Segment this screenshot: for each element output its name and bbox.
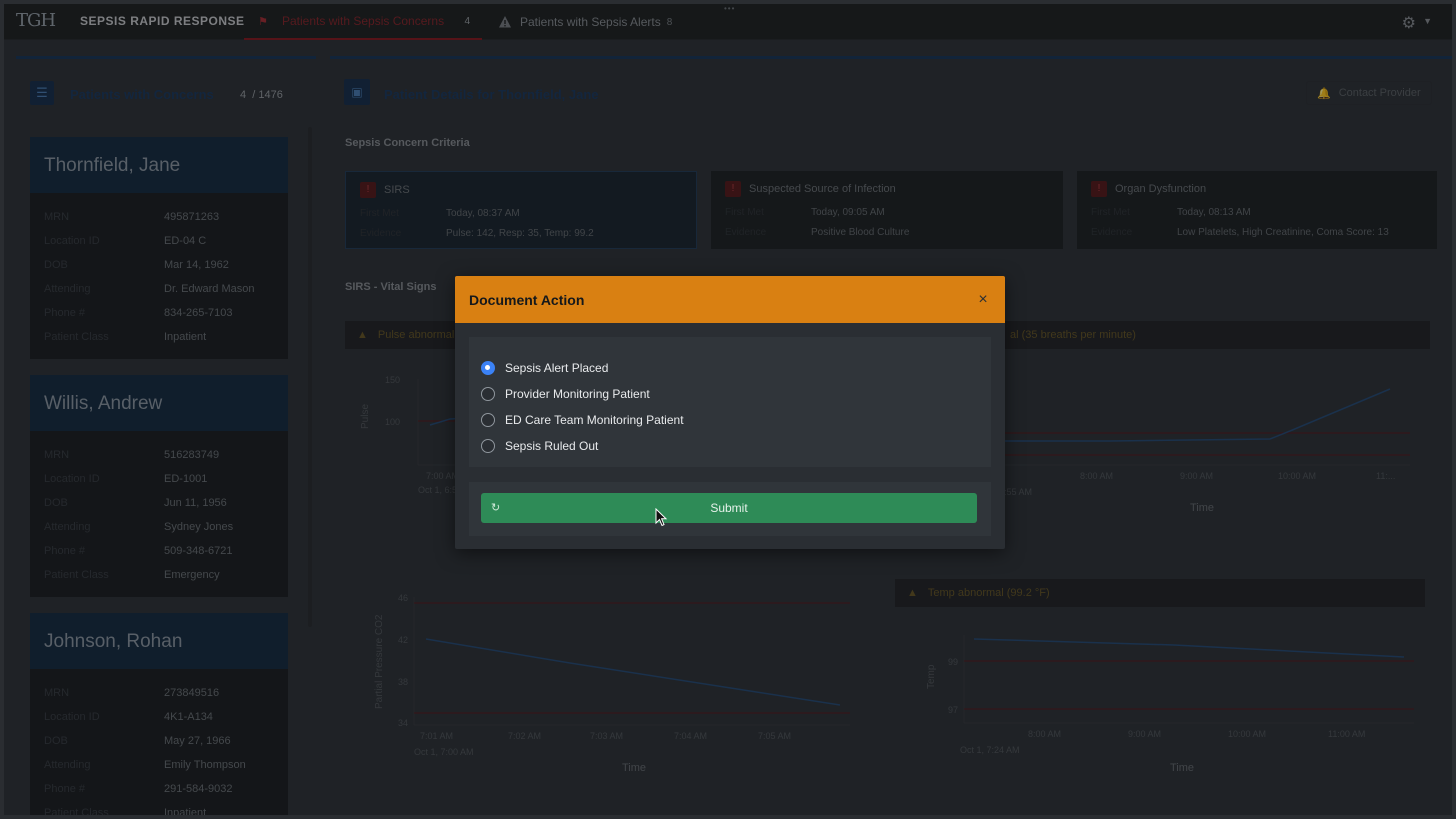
- submit-button[interactable]: ↻ Submit: [481, 493, 977, 523]
- action-options: Sepsis Alert Placed Provider Monitoring …: [469, 337, 991, 467]
- close-icon[interactable]: ×: [975, 291, 991, 309]
- option-label: Sepsis Alert Placed: [505, 361, 609, 375]
- option-ed-care-team-monitoring[interactable]: ED Care Team Monitoring Patient: [481, 407, 979, 433]
- option-label: ED Care Team Monitoring Patient: [505, 413, 684, 427]
- radio-button[interactable]: [481, 439, 495, 453]
- document-action-modal: Document Action × Sepsis Alert Placed Pr…: [455, 276, 1005, 549]
- radio-button[interactable]: [481, 387, 495, 401]
- modal-header: Document Action ×: [455, 276, 1005, 323]
- option-provider-monitoring[interactable]: Provider Monitoring Patient: [481, 381, 979, 407]
- modal-footer: ↻ Submit: [469, 482, 991, 536]
- option-label: Sepsis Ruled Out: [505, 439, 599, 453]
- option-sepsis-ruled-out[interactable]: Sepsis Ruled Out: [481, 433, 979, 459]
- mouse-pointer-icon: [655, 508, 668, 527]
- refresh-icon: ↻: [491, 502, 501, 514]
- radio-button[interactable]: [481, 361, 495, 375]
- option-sepsis-alert-placed[interactable]: Sepsis Alert Placed: [481, 355, 979, 381]
- submit-label: Submit: [710, 501, 748, 515]
- radio-button[interactable]: [481, 413, 495, 427]
- option-label: Provider Monitoring Patient: [505, 387, 650, 401]
- modal-title: Document Action: [469, 291, 585, 308]
